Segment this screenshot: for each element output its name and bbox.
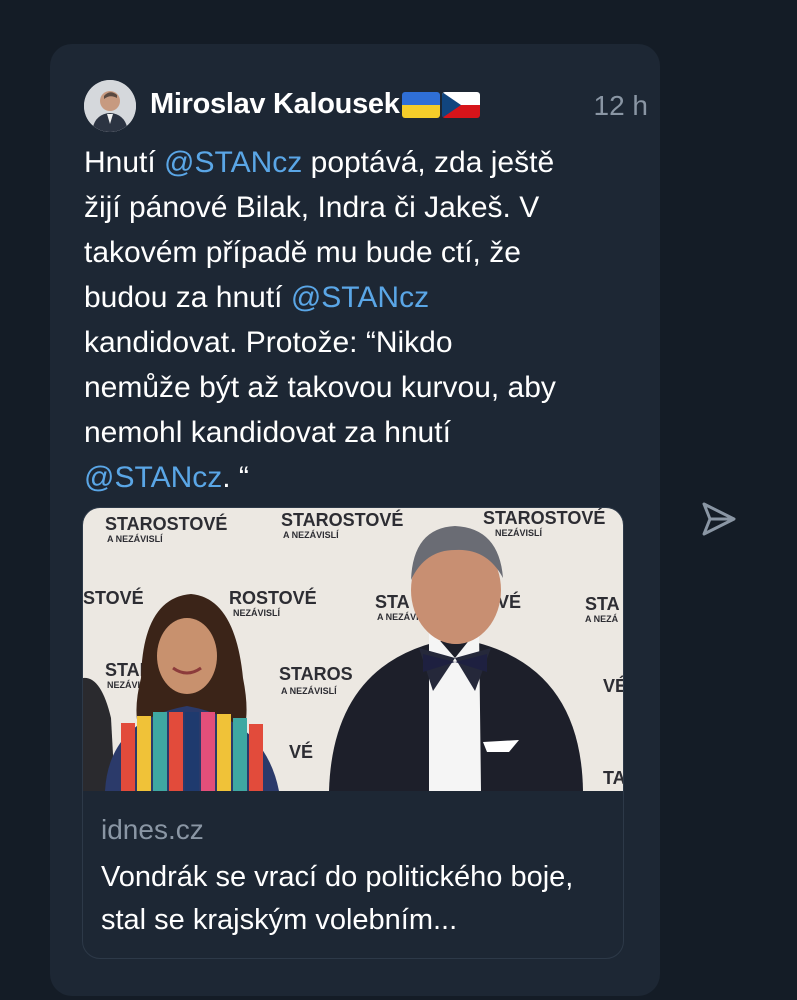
backdrop-text: NEZÁVISLÍ — [495, 528, 543, 538]
backdrop-text: STAROSTOVÉ — [105, 513, 227, 534]
mention-link[interactable]: @STANcz — [84, 461, 222, 494]
backdrop-text: NEZÁVISLÍ — [233, 608, 281, 618]
link-headline[interactable]: Vondrák se vrací do politického boje, st… — [101, 856, 611, 942]
ukraine-flag-icon — [401, 91, 440, 118]
author-name[interactable]: Miroslav Kalousek — [150, 88, 480, 121]
backdrop-text: A NEZÁVISLÍ — [281, 686, 337, 696]
backdrop-text: STA — [375, 592, 410, 612]
post-card[interactable]: Miroslav Kalousek 12 h Hnutí @STANcz pop… — [50, 44, 660, 996]
text-segment: kandidovat. Protože: “Nikdo nemůže být a… — [84, 326, 556, 449]
backdrop-text: VÉ — [289, 741, 313, 762]
link-preview-card[interactable]: STAROSTOVÉ A NEZÁVISLÍ STAROSTOVÉ A NEZÁ… — [82, 507, 624, 959]
post-text: Hnutí @STANcz poptává, zda ještě žijí pá… — [84, 140, 624, 500]
backdrop-text: NEZÁVI — [107, 680, 140, 690]
backdrop-text: STAROSTOVÉ — [281, 509, 403, 530]
post-header: Miroslav Kalousek 12 h — [84, 80, 648, 136]
backdrop-text: STAROSTOVÉ — [483, 508, 605, 528]
backdrop-text: STOVÉ — [83, 587, 144, 608]
backdrop-text: TA — [603, 768, 624, 788]
backdrop-text: STAROS — [279, 664, 353, 684]
backdrop-text: STA — [585, 594, 620, 614]
czech-flag-icon — [441, 91, 480, 118]
backdrop-text: A NEZÁVISLÍ — [107, 534, 163, 544]
mention-link[interactable]: @STANcz — [164, 146, 302, 179]
backdrop-text: A NEZÁ — [585, 614, 619, 624]
avatar[interactable] — [84, 80, 136, 132]
link-preview-image[interactable]: STAROSTOVÉ A NEZÁVISLÍ STAROSTOVÉ A NEZÁ… — [83, 508, 624, 791]
backdrop-text: VÉ — [603, 675, 624, 696]
author-name-text: Miroslav Kalousek — [150, 88, 400, 120]
link-domain: idnes.cz — [101, 814, 204, 845]
text-segment: . “ — [222, 461, 249, 494]
mention-link[interactable]: @STANcz — [291, 281, 429, 314]
send-icon[interactable] — [700, 500, 738, 538]
post-timestamp: 12 h — [593, 90, 649, 121]
backdrop-text: A NEZÁVISLÍ — [283, 530, 339, 540]
text-segment: Hnutí — [84, 146, 165, 179]
backdrop-text: ROSTOVÉ — [229, 587, 317, 608]
